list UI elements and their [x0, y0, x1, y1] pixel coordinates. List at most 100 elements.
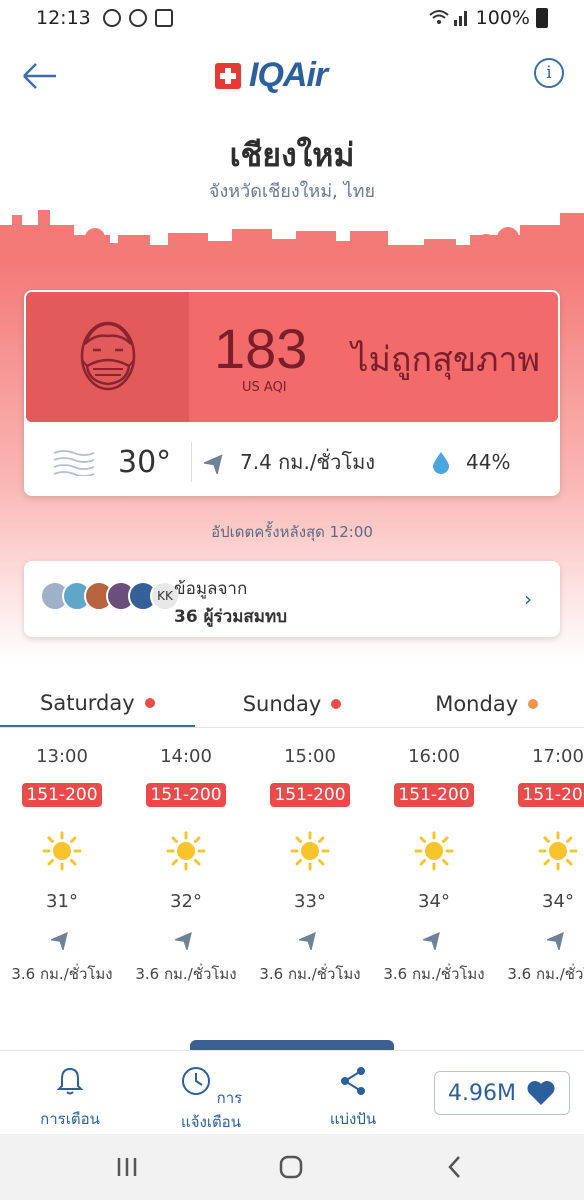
status-icons [102, 9, 173, 27]
city-skyline [0, 210, 584, 265]
weather-row: 30° 7.4 กม./ชั่วโมง 44% [24, 432, 560, 492]
app-header: IQAir i [0, 44, 584, 108]
hour-time: 17:00 [532, 746, 584, 767]
hour-wind-speed: 3.6 กม./ชั่วโมง [259, 965, 361, 983]
notifications-button[interactable]: การแจ้งเตือน [168, 1065, 254, 1134]
bottom-bar: การเตือน การแจ้งเตือน แบ่งปัน 4.96M [0, 1050, 584, 1134]
hour-wind-speed: 3.6 กม./ชั่วโมง [383, 965, 485, 983]
contributors-label: ข้อมูลจาก [174, 579, 248, 599]
bell-icon [56, 1067, 84, 1095]
iqair-logo: IQAir [215, 56, 328, 95]
notification-icon [102, 9, 121, 27]
city-name: เชียงใหม่ [229, 136, 355, 174]
face-mask-icon [80, 321, 135, 391]
hour-column: 15:00 151-200 33° 3.6 กม./ชั่วโมง [255, 740, 365, 986]
battery-percent: 100% [475, 7, 530, 29]
wind-direction-icon [297, 931, 316, 952]
hour-column: 14:00 151-200 32° 3.6 กม./ชั่วโมง [131, 740, 241, 986]
alerts-button[interactable]: การเตือน [40, 1065, 100, 1131]
day-tabs: Saturday Sunday Monday [0, 680, 584, 728]
hour-time: 14:00 [160, 746, 212, 767]
contributors-count: 36 ผู้ร่วมสมทบ [174, 607, 287, 627]
wind-direction-icon [421, 931, 440, 952]
tab-monday[interactable]: Monday [389, 680, 584, 728]
home-icon[interactable] [276, 1152, 306, 1182]
battery-icon [536, 8, 548, 28]
aqi-card: 183 US AQI ไม่ถูกสุขภาพ 30° 7.4 กม./ชั่ว… [24, 290, 560, 496]
aqi-dot [528, 699, 539, 709]
sun-icon [42, 831, 82, 871]
hour-temperature: 33° [294, 891, 326, 912]
aqi-dot [144, 697, 155, 708]
contributors-card[interactable]: KK ข้อมูลจาก 36 ผู้ร่วมสมทบ › [24, 561, 560, 637]
aqi-range-badge: 151-200 [518, 783, 584, 807]
tab-sunday[interactable]: Sunday [195, 680, 390, 728]
hourly-forecast[interactable]: 13:00 151-200 31° 3.6 กม./ชั่วโมง 14:00 … [0, 740, 584, 1010]
tabs-divider [0, 727, 584, 728]
sun-icon [538, 831, 578, 871]
share-icon [341, 1067, 365, 1095]
like-button[interactable]: 4.96M [434, 1071, 570, 1115]
gallery-icon [154, 9, 173, 27]
status-time: 12:13 [36, 7, 91, 29]
wind-direction-icon [204, 454, 223, 474]
status-right: 100% [428, 7, 548, 29]
back-arrow-icon[interactable] [20, 58, 60, 94]
hour-temperature: 32° [170, 891, 202, 912]
like-count: 4.96M [448, 1080, 516, 1106]
swiss-cross-icon [215, 62, 241, 89]
tab-label: Saturday [40, 690, 135, 715]
temperature-block: 30° [24, 442, 192, 482]
hour-time: 15:00 [284, 746, 336, 767]
sun-icon [290, 831, 330, 871]
wind-block: 7.4 กม./ชั่วโมง [192, 446, 414, 478]
aqi-value: 183 [214, 317, 308, 380]
clock-icon [181, 1067, 210, 1095]
alerts-label: การเตือน [40, 1110, 100, 1128]
wind-direction-icon [545, 931, 564, 952]
humidity-value: 44% [466, 450, 511, 474]
tab-label: Sunday [242, 692, 322, 716]
contributor-avatars: KK [40, 581, 180, 611]
tab-label: Monday [435, 692, 519, 716]
aqi-range-badge: 151-200 [146, 783, 226, 807]
chevron-right-icon: › [524, 587, 532, 611]
status-bar: 12:13 100% [0, 0, 584, 36]
face-mask-panel [26, 292, 189, 422]
hour-temperature: 34° [542, 891, 574, 912]
sun-icon [166, 831, 206, 871]
hour-temperature: 34° [418, 891, 450, 912]
scroll-handle[interactable] [190, 1040, 394, 1050]
aqi-range-badge: 151-200 [22, 783, 102, 807]
humidity-block: 44% [414, 450, 510, 474]
aqi-range-badge: 151-200 [270, 783, 350, 807]
humidity-drop-icon [433, 452, 449, 474]
share-button[interactable]: แบ่งปัน [326, 1065, 380, 1131]
aqi-status: ไม่ถูกสุขภาพ [351, 340, 540, 380]
wifi-signal-icon [429, 10, 467, 26]
heart-icon [527, 1081, 555, 1105]
system-nav-bar [0, 1134, 584, 1200]
haze-icon [53, 450, 95, 476]
last-updated: อัปเดตครั้งหลังสุด 12:00 [211, 523, 373, 541]
hour-wind-speed: 3.6 กม./ชั่วโมง [11, 965, 113, 983]
aqi-unit: US AQI [242, 380, 287, 395]
tab-saturday[interactable]: Saturday [0, 680, 195, 728]
sun-icon [414, 831, 454, 871]
hour-column: 13:00 151-200 31° 3.6 กม./ชั่วโมง [7, 740, 117, 986]
wind-speed: 7.4 กม./ชั่วโมง [240, 450, 376, 474]
wind-direction-icon [173, 931, 192, 952]
aqi-dot [331, 699, 342, 709]
back-icon[interactable] [440, 1152, 470, 1182]
share-label: แบ่งปัน [329, 1110, 377, 1128]
wind-direction-icon [49, 931, 68, 952]
hour-wind-speed: 3.6 กม./ชั่วโมง [135, 965, 237, 983]
info-button[interactable]: i [534, 58, 564, 88]
aqi-range-badge: 151-200 [394, 783, 474, 807]
recent-apps-icon[interactable] [112, 1152, 142, 1182]
temperature-value: 30° [118, 444, 172, 480]
hour-time: 13:00 [36, 746, 88, 767]
brand-name: IQAir [249, 56, 328, 94]
app-icon [128, 9, 147, 27]
hour-time: 16:00 [408, 746, 460, 767]
